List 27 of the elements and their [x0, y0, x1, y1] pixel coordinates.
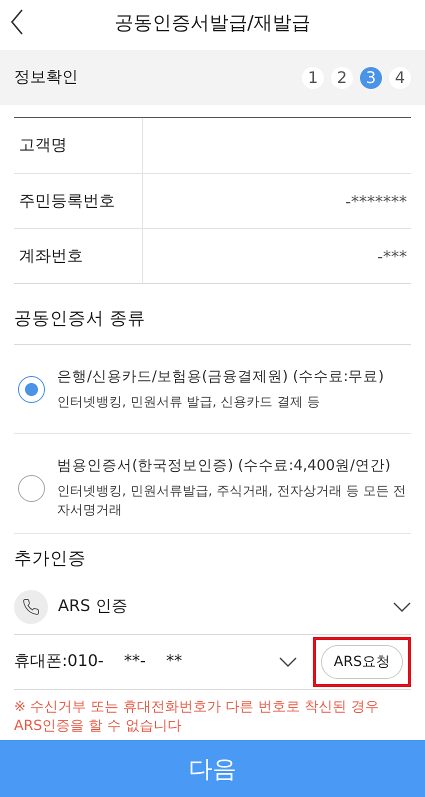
- field-label: 계좌번호: [14, 229, 143, 283]
- step-indicator: 3: [360, 66, 382, 88]
- field-label: 주민등록번호: [14, 174, 143, 228]
- chevron-down-icon[interactable]: [278, 656, 297, 667]
- radio-button[interactable]: [18, 376, 45, 404]
- option-description: 인터넷뱅킹, 민원서류발급, 주식거래, 전자상거래 등 모든 전자서명거래: [57, 482, 408, 520]
- option-description: 인터넷뱅킹, 민원서류 발급, 신용카드 결제 등: [57, 394, 321, 412]
- step-indicator: 1: [302, 66, 324, 88]
- notice-text: ※ 수신거부 또는 휴대전화번호가 다른 번호로 착신된 경우 ARS인증을 할 수 없습니다: [14, 698, 380, 736]
- phone-number: 휴대폰:010- **- **: [14, 651, 184, 672]
- field-value: -*******: [344, 190, 408, 212]
- section-title: 공동인증서 종류: [13, 308, 147, 330]
- step-indicator: 2: [331, 66, 353, 88]
- back-icon[interactable]: [10, 8, 24, 36]
- field-label: 고객명: [14, 118, 143, 173]
- ars-request-button[interactable]: ARS요청: [320, 644, 403, 679]
- option-title: 범용인증서(한국정보인증) (수수료:4,400원/연간): [57, 456, 392, 475]
- screen-title: 공동인증서발급/재발급: [114, 11, 311, 36]
- field-value: -***: [376, 246, 408, 268]
- phone-icon: [14, 590, 48, 624]
- auth-method: ARS 인증: [58, 596, 128, 618]
- radio-button[interactable]: [18, 474, 45, 502]
- option-title: 은행/신용카드/보험용(금융결제원) (수수료:무료): [57, 368, 384, 386]
- step-indicator: 4: [389, 66, 411, 88]
- section-title: 추가인증: [13, 548, 87, 570]
- step-label: 정보확인: [14, 67, 78, 88]
- chevron-down-icon[interactable]: [393, 602, 411, 612]
